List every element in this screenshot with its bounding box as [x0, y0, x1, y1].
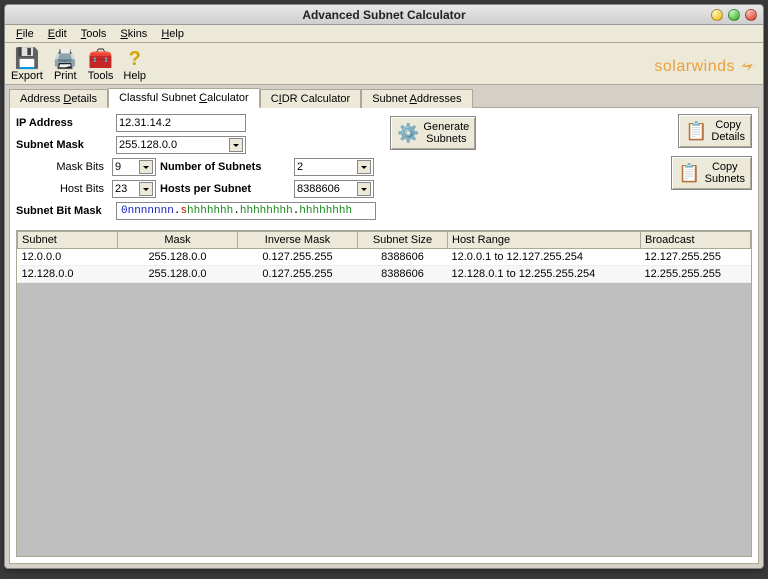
close-button[interactable]	[745, 9, 757, 21]
chevron-down-icon	[139, 160, 153, 174]
menu-file[interactable]: File	[9, 27, 41, 41]
toolbar: 💾 Export 🖨️ Print 🧰 Tools ? Help solarwi…	[5, 43, 763, 85]
print-button[interactable]: 🖨️ Print	[53, 49, 78, 82]
tabstrip: Address Details Classful Subnet Calculat…	[5, 85, 763, 107]
clipboard-icon: 📋	[685, 121, 707, 142]
subnet-table: Subnet Mask Inverse Mask Subnet Size Hos…	[17, 231, 751, 283]
label-number-of-subnets: Number of Subnets	[160, 161, 290, 173]
col-subnet-size[interactable]: Subnet Size	[358, 232, 448, 249]
toolbox-icon: 🧰	[88, 49, 113, 69]
copy-details-button[interactable]: 📋 Copy Details	[678, 114, 752, 148]
subnet-mask-select[interactable]: 255.128.0.0	[116, 136, 246, 154]
tab-subnet-addresses[interactable]: Subnet Addresses	[361, 89, 472, 108]
chevron-down-icon	[357, 160, 371, 174]
clipboard-icon: 📋	[678, 163, 700, 184]
col-broadcast[interactable]: Broadcast	[641, 232, 751, 249]
table-row[interactable]: 12.128.0.0 255.128.0.0 0.127.255.255 838…	[18, 266, 751, 283]
minimize-button[interactable]	[711, 9, 723, 21]
chevron-down-icon	[229, 138, 243, 152]
help-button[interactable]: ? Help	[123, 49, 146, 82]
brand-icon	[739, 58, 757, 76]
generate-subnets-button[interactable]: ⚙️ Generate Subnets	[390, 116, 476, 150]
brand-logo: solarwinds	[654, 58, 757, 82]
tab-address-details[interactable]: Address Details	[9, 89, 108, 108]
window-title: Advanced Subnet Calculator	[5, 8, 763, 22]
col-mask[interactable]: Mask	[118, 232, 238, 249]
number-of-subnets-select[interactable]: 2	[294, 158, 374, 176]
host-bits-select[interactable]: 23	[112, 180, 156, 198]
subnet-bit-mask-display: 0nnnnnnn.shhhhhhh.hhhhhhhh.hhhhhhhh	[116, 202, 376, 220]
mask-bits-select[interactable]: 9	[112, 158, 156, 176]
label-mask-bits: Mask Bits	[16, 161, 108, 173]
chevron-down-icon	[357, 182, 371, 196]
tab-classful-subnet-calculator[interactable]: Classful Subnet Calculator	[108, 88, 260, 108]
col-host-range[interactable]: Host Range	[448, 232, 641, 249]
tab-cidr-calculator[interactable]: CIDR Calculator	[260, 89, 361, 108]
label-ip-address: IP Address	[16, 117, 112, 129]
ip-address-input[interactable]	[116, 114, 246, 132]
label-host-bits: Host Bits	[16, 183, 108, 195]
chevron-down-icon	[139, 182, 153, 196]
menubar: File Edit Tools Skins Help	[5, 25, 763, 43]
printer-icon: 🖨️	[53, 49, 78, 69]
menu-tools[interactable]: Tools	[74, 27, 114, 41]
gears-icon: ⚙️	[397, 123, 419, 144]
app-window: Advanced Subnet Calculator File Edit Too…	[4, 4, 764, 569]
question-icon: ?	[129, 49, 141, 69]
content-area: IP Address Subnet Mask 255.128.0.0 Mask …	[9, 107, 759, 564]
copy-subnets-button[interactable]: 📋 Copy Subnets	[671, 156, 752, 190]
label-subnet-mask: Subnet Mask	[16, 139, 112, 151]
disk-icon: 💾	[14, 49, 39, 69]
maximize-button[interactable]	[728, 9, 740, 21]
label-hosts-per-subnet: Hosts per Subnet	[160, 183, 290, 195]
export-button[interactable]: 💾 Export	[11, 49, 43, 82]
menu-skins[interactable]: Skins	[113, 27, 154, 41]
table-empty-area	[17, 283, 751, 556]
label-subnet-bit-mask: Subnet Bit Mask	[16, 205, 112, 217]
menu-help[interactable]: Help	[154, 27, 191, 41]
hosts-per-subnet-select[interactable]: 8388606	[294, 180, 374, 198]
col-subnet[interactable]: Subnet	[18, 232, 118, 249]
menu-edit[interactable]: Edit	[41, 27, 74, 41]
tools-button[interactable]: 🧰 Tools	[88, 49, 114, 82]
subnet-table-container: Subnet Mask Inverse Mask Subnet Size Hos…	[16, 230, 752, 557]
titlebar: Advanced Subnet Calculator	[5, 5, 763, 25]
col-inverse-mask[interactable]: Inverse Mask	[238, 232, 358, 249]
table-row[interactable]: 12.0.0.0 255.128.0.0 0.127.255.255 83886…	[18, 249, 751, 266]
